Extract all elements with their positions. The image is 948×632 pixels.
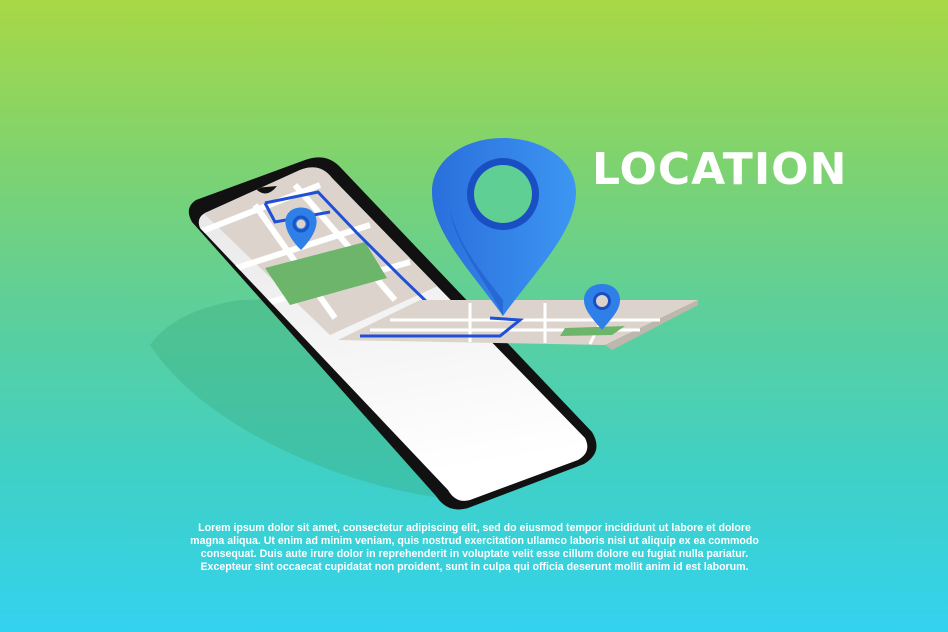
location-title: LOCATION bbox=[592, 144, 848, 195]
body-paragraph: Lorem ipsum dolor sit amet, consectetur … bbox=[190, 522, 759, 573]
